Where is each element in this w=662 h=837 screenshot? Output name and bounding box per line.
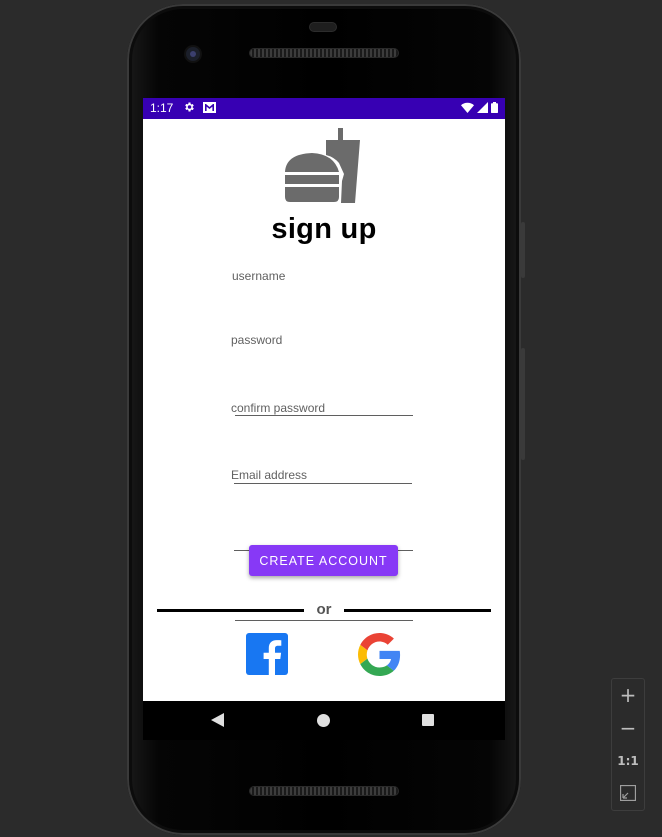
create-account-button[interactable]: CREATE ACCOUNT <box>249 545 398 576</box>
earpiece <box>310 23 336 31</box>
username-label: username <box>232 269 286 283</box>
status-icons <box>461 102 498 113</box>
zoom-out-button[interactable]: − <box>612 712 644 744</box>
fit-screen-icon[interactable] <box>620 785 636 801</box>
divider-text: or <box>316 601 332 618</box>
home-icon[interactable] <box>317 714 330 727</box>
email-field[interactable] <box>235 620 413 621</box>
status-time: 1:17 <box>150 101 174 115</box>
wifi-icon <box>461 102 474 113</box>
volume-button[interactable] <box>521 348 525 460</box>
password-field[interactable] <box>234 483 412 484</box>
top-speaker-grille <box>250 49 398 57</box>
password-label: password <box>231 333 283 347</box>
username-field[interactable] <box>235 415 413 416</box>
email-label: Email address <box>231 468 308 482</box>
power-button[interactable] <box>521 222 525 278</box>
mail-icon <box>203 102 216 113</box>
device-screen: 1:17 sign up username password confirm p… <box>143 98 505 740</box>
divider-left <box>157 609 304 612</box>
signal-icon <box>477 102 488 113</box>
actual-size-button[interactable]: 1:1 <box>612 745 644 777</box>
navigation-bar <box>143 701 505 740</box>
emulator-zoom-panel: + − 1:1 <box>611 678 645 811</box>
back-icon[interactable] <box>211 713 224 727</box>
divider-right <box>344 609 491 612</box>
burger-and-drink-icon <box>285 128 360 203</box>
battery-icon <box>491 102 498 113</box>
bottom-speaker-grille <box>250 787 398 795</box>
recents-icon[interactable] <box>422 714 434 726</box>
google-icon[interactable] <box>358 633 401 676</box>
status-bar: 1:17 <box>143 98 505 119</box>
confirm-password-label: confirm password <box>231 401 326 415</box>
zoom-in-button[interactable]: + <box>612 679 644 711</box>
settings-icon <box>185 102 194 112</box>
front-camera <box>186 47 200 61</box>
page-title: sign up <box>271 213 377 245</box>
facebook-icon[interactable] <box>246 633 288 675</box>
signup-form-screen: sign up username password confirm passwo… <box>143 119 505 701</box>
